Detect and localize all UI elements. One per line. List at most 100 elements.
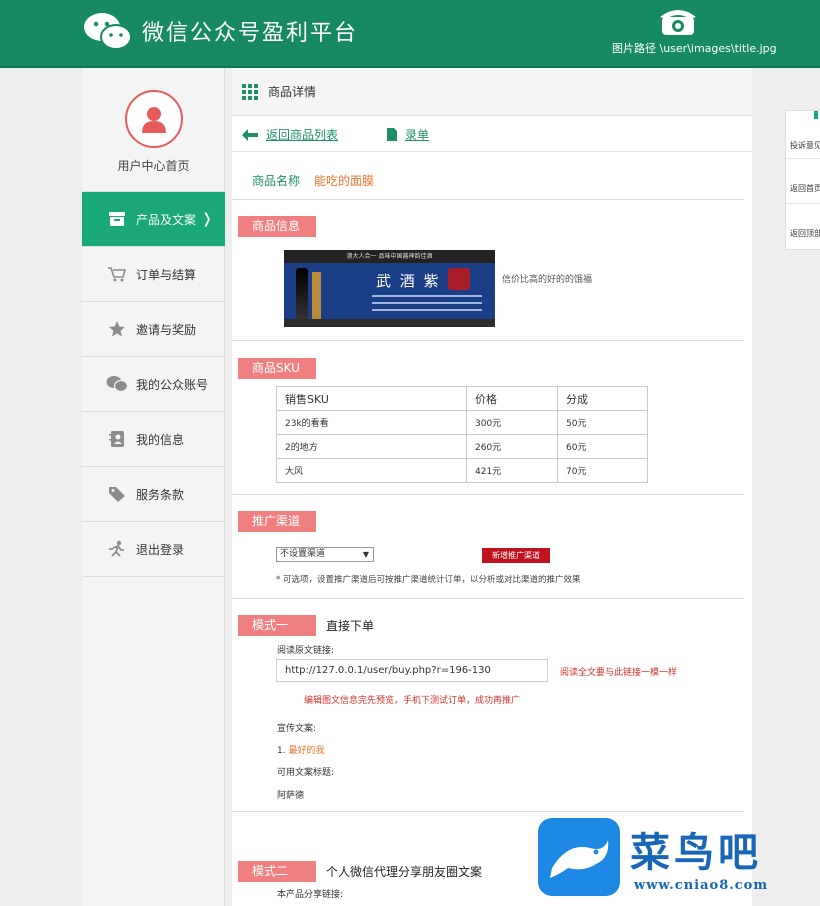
column-header: 销售SKU xyxy=(276,386,467,411)
table-cell: 300元 xyxy=(466,410,558,435)
box-graphic xyxy=(312,272,321,320)
sidebar-item-label: 订单与结算 xyxy=(136,267,197,282)
table-cell: 2的地方 xyxy=(276,434,467,459)
channel-note: * 可选项，设置推广渠道后可按推广渠道统计订单，以分析或对比渠道的推广效果 xyxy=(276,575,581,585)
product-description: 信价比高的好的的饿福 xyxy=(502,275,593,285)
watermark-logo: 菜鸟吧 www.cniao8.com xyxy=(538,818,818,903)
sidebar-item-products[interactable]: 产品及文案 ❭ xyxy=(82,192,225,247)
wechat-logo-icon xyxy=(84,13,132,50)
read-link-input[interactable]: http://127.0.0.1/user/buy.php?r=196-130 xyxy=(276,659,548,682)
read-link-note: 阅读全文要与此链接一模一样 xyxy=(560,668,678,678)
sidebar-item-logout[interactable]: 退出登录 xyxy=(82,522,225,577)
contact-icon xyxy=(106,430,128,448)
avatar[interactable] xyxy=(125,90,183,148)
bottle-graphic xyxy=(296,268,308,320)
table-cell: 421元 xyxy=(466,458,558,483)
product-name-row: 商品名称 能吃的面膜 xyxy=(232,152,744,200)
sidebar-item-label: 退出登录 xyxy=(136,542,185,557)
title-value: 阿萨德 xyxy=(277,791,305,801)
table-row: 23k的看看 300元 50元 xyxy=(276,410,648,435)
title-label: 可用文案标题: xyxy=(277,768,335,778)
main-content: 商品详情 返回商品列表 录单 商品名称 能吃的面膜 商品信息 澳大人合一 品味中… xyxy=(232,68,752,906)
page-title: 商品详情 xyxy=(268,85,317,99)
table-row: 大风 421元 70元 xyxy=(276,458,648,483)
arrow-left-icon xyxy=(242,128,258,141)
copy-value: 最好的我 xyxy=(288,746,325,756)
table-header-row: 销售SKU 价格 分成 xyxy=(276,386,648,411)
back-home-link[interactable]: 返回首页 xyxy=(790,183,820,194)
column-header: 分成 xyxy=(557,386,648,411)
complaint-link[interactable]: 投诉意见 xyxy=(790,140,820,151)
watermark-url: www.cniao8.com xyxy=(634,878,769,893)
product-banner-image: 澳大人合一 品味中国酱神韵佳酒 武 酒 紫 雪 xyxy=(284,250,495,327)
chevron-right-icon: ❭ xyxy=(201,211,213,227)
copy-label: 宣传文案: xyxy=(277,724,317,734)
section-sku: 商品SKU xyxy=(238,358,316,379)
sidebar-item-label: 产品及文案 xyxy=(136,212,197,227)
copy-item: 1. 最好的我 xyxy=(277,743,324,756)
action-links: 返回商品列表 录单 xyxy=(232,116,752,152)
document-icon xyxy=(387,128,397,141)
sidebar-item-label: 邀请与奖励 xyxy=(136,322,197,337)
preview-note: 编辑图文信息完先预览，手机下测试订单，成功再推广 xyxy=(304,696,521,706)
section-product-info: 商品信息 xyxy=(238,216,316,237)
watermark-text: 菜鸟吧 xyxy=(630,829,762,876)
divider xyxy=(786,203,820,204)
sidebar-item-invite[interactable]: 邀请与奖励 xyxy=(82,302,225,357)
read-link-label: 阅读原文链接: xyxy=(277,646,335,656)
banner-text-lines xyxy=(372,295,482,316)
table-cell: 23k的看看 xyxy=(276,410,467,435)
cart-icon xyxy=(106,265,128,283)
box-icon xyxy=(106,210,128,228)
channel-select-value: 不设置渠道 xyxy=(280,549,326,559)
channel-select[interactable]: 不设置渠道 ▼ xyxy=(276,547,374,562)
sidebar-item-label: 服务条款 xyxy=(136,487,185,502)
bird-logo-icon xyxy=(538,818,620,896)
sidebar-item-terms[interactable]: 服务条款 xyxy=(82,467,225,522)
mode1-tag: 模式一 xyxy=(238,615,316,636)
panel-accent xyxy=(814,111,820,119)
grid-icon xyxy=(242,83,258,100)
divider xyxy=(232,811,744,812)
banner-top-text: 澳大人合一 品味中国酱神韵佳酒 xyxy=(284,250,495,263)
table-cell: 50元 xyxy=(557,410,648,435)
sidebar-item-label: 我的公众账号 xyxy=(136,377,209,392)
sidebar: 用户中心首页 产品及文案 ❭ 订单与结算 邀请与奖励 我的公众账号 我的信息 服… xyxy=(82,68,225,906)
floating-side-panel: 投诉意见 返回首页 返回顶部 xyxy=(785,110,820,250)
record-order-link[interactable]: 录单 xyxy=(387,126,429,143)
table-cell: 大风 xyxy=(276,458,467,483)
mode2-tag: 模式二 xyxy=(238,861,316,882)
add-channel-button[interactable]: 新增推广渠道 xyxy=(482,548,550,563)
user-center-home[interactable]: 用户中心首页 xyxy=(82,68,224,192)
user-center-label[interactable]: 用户中心首页 xyxy=(82,157,225,174)
banner-footer xyxy=(284,319,495,327)
chevron-down-icon: ▼ xyxy=(362,550,369,559)
divider xyxy=(786,158,820,159)
star-icon xyxy=(106,320,128,338)
back-to-list-link[interactable]: 返回商品列表 xyxy=(242,126,338,143)
sku-table: 销售SKU 价格 分成 23k的看看 300元 50元 2的地方 260元 60… xyxy=(276,386,648,483)
table-cell: 70元 xyxy=(557,458,648,483)
brand-title: 微信公众号盈利平台 xyxy=(142,21,359,46)
telephone-icon xyxy=(660,10,696,35)
mode1-title: 直接下单 xyxy=(326,619,375,633)
tag-icon xyxy=(106,485,128,503)
mode2-title: 个人微信代理分享朋友圈文案 xyxy=(326,865,483,879)
divider xyxy=(232,494,744,495)
sidebar-item-info[interactable]: 我的信息 xyxy=(82,412,225,467)
table-cell: 60元 xyxy=(557,434,648,459)
share-link-label: 本产品分享链接: xyxy=(277,890,344,900)
divider xyxy=(232,598,744,599)
wechat-icon xyxy=(106,375,128,393)
run-icon xyxy=(106,540,128,558)
breadcrumb: 商品详情 xyxy=(232,68,752,116)
divider xyxy=(232,340,744,341)
sidebar-item-orders[interactable]: 订单与结算 xyxy=(82,247,225,302)
section-channel: 推广渠道 xyxy=(238,511,316,532)
back-top-link[interactable]: 返回顶部 xyxy=(790,228,820,239)
sidebar-item-accounts[interactable]: 我的公众账号 xyxy=(82,357,225,412)
user-icon xyxy=(142,107,166,133)
product-name-value: 能吃的面膜 xyxy=(314,174,375,188)
column-header: 价格 xyxy=(466,386,558,411)
product-name-label: 商品名称 xyxy=(252,174,301,188)
